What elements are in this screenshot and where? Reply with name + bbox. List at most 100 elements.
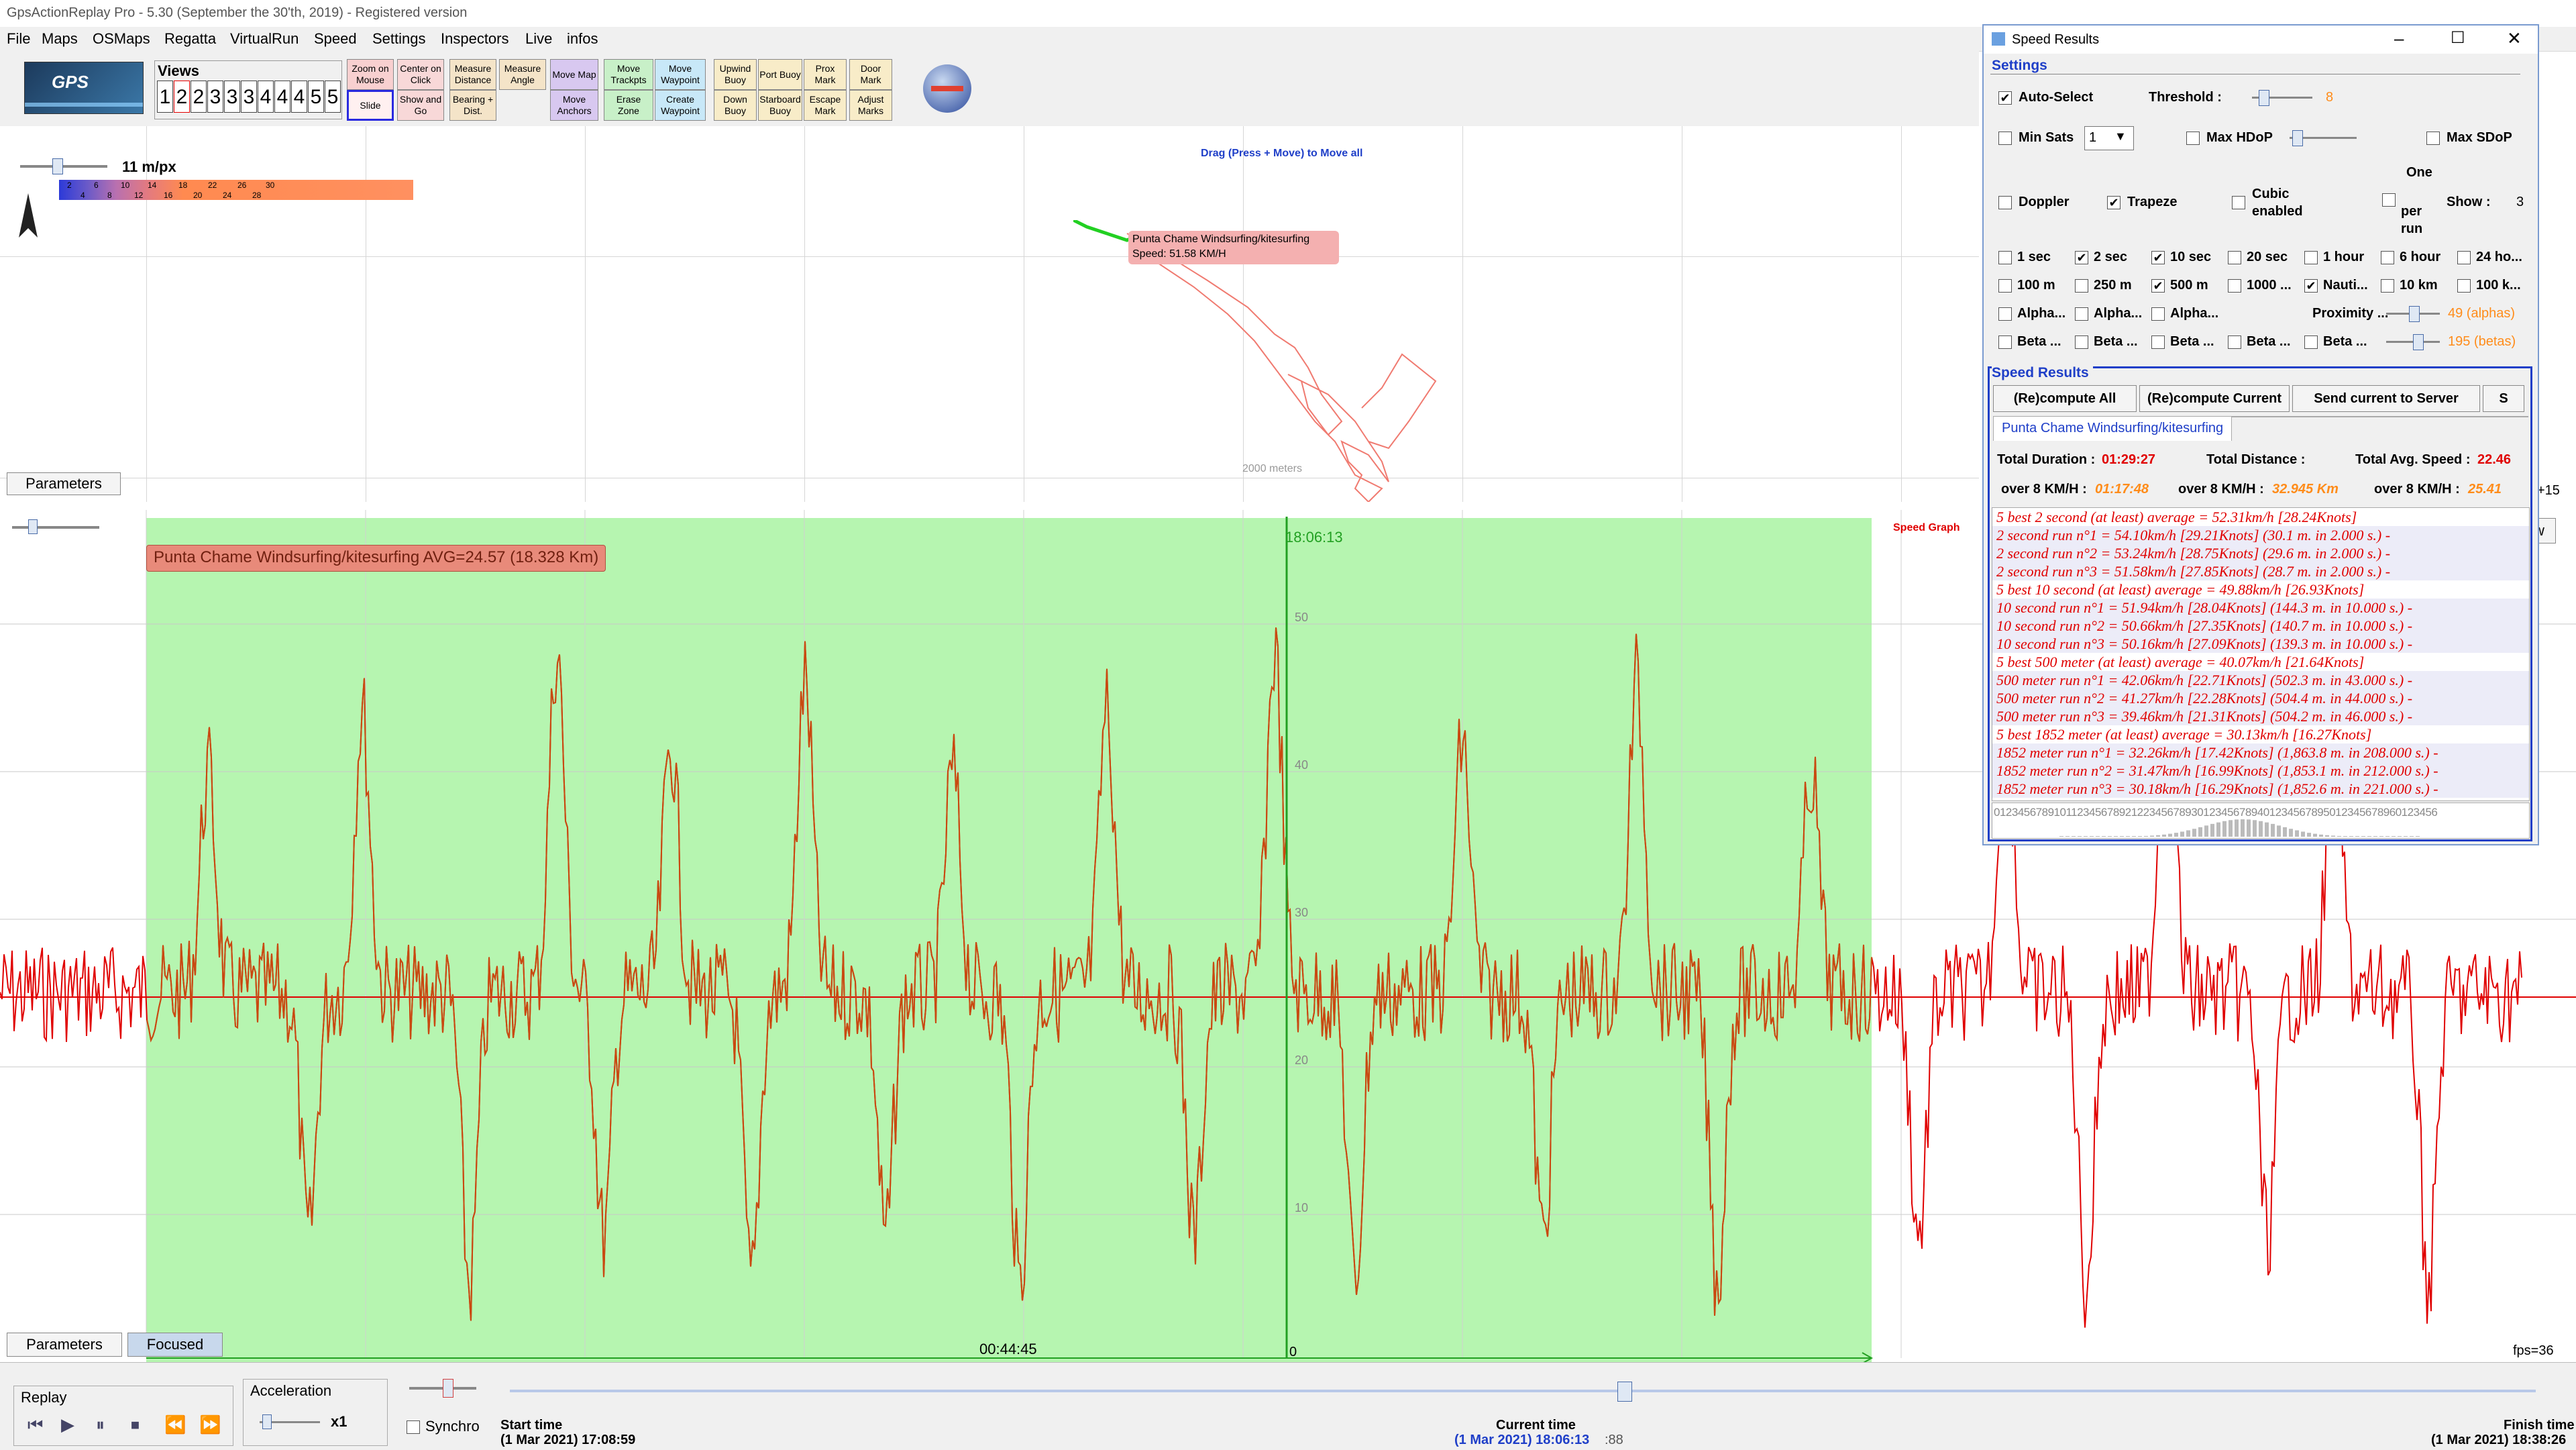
alpha-checkbox-2[interactable] [2075,307,2088,321]
move-map-button[interactable]: Move Map [550,59,598,90]
zoom-slider-thumb[interactable] [52,158,63,174]
volume-thumb[interactable] [443,1379,453,1398]
distance-checkbox-7[interactable] [2457,279,2471,293]
close-icon[interactable]: ✕ [2507,28,2522,49]
graph-zoom-thumb[interactable] [28,519,38,534]
one-per-run-checkbox[interactable] [2382,193,2396,207]
focused-button[interactable]: Focused [127,1333,223,1357]
port-buoy-button[interactable]: Port Buoy [758,59,802,90]
view-1[interactable]: 1 [157,81,173,113]
view-5a[interactable]: 5 [308,81,324,113]
slide-button[interactable]: Slide [347,90,394,121]
menu-file[interactable]: File [7,30,30,48]
bearing-dist-button[interactable]: Bearing + Dist. [449,90,496,121]
threshold-thumb[interactable] [2259,90,2269,106]
create-waypoint-button[interactable]: Create Waypoint [655,90,706,121]
menu-inspectors[interactable]: Inspectors [441,30,509,48]
prox-mark-button[interactable]: Prox Mark [804,59,847,90]
stop-icon[interactable]: ⏹ [131,1414,151,1435]
results-list[interactable]: 5 best 2 second (at least) average = 52.… [1992,507,2530,801]
duration-checkbox-4[interactable] [2228,251,2241,264]
result-line[interactable]: 500 meter run n°1 = 42.06km/h [22.71Knot… [1992,671,2529,689]
menu-settings[interactable]: Settings [372,30,426,48]
measure-distance-button[interactable]: Measure Distance [449,59,496,90]
center-on-click-button[interactable]: Center on Click [397,59,444,90]
replay-timeline[interactable] [510,1390,2536,1392]
beta-checkbox-5[interactable] [2304,335,2318,349]
move-trackpts-button[interactable]: Move Trackpts [604,59,653,90]
duration-checkbox-6[interactable] [2381,251,2394,264]
result-line[interactable]: 10 second run n°1 = 51.94km/h [28.04Knot… [1992,599,2529,617]
pause-icon[interactable]: ⏸ [96,1414,116,1435]
menu-regatta[interactable]: Regatta [164,30,216,48]
menu-virtualrun[interactable]: VirtualRun [230,30,299,48]
cubic-checkbox[interactable] [2232,196,2245,209]
view-3c[interactable]: 3 [241,81,257,113]
duration-checkbox-2[interactable]: ✔ [2075,251,2088,264]
duration-checkbox-7[interactable] [2457,251,2471,264]
minimize-icon[interactable]: – [2394,28,2404,49]
max-sdop-checkbox[interactable] [2426,132,2440,145]
result-line[interactable]: 5 best 10 second (at least) average = 49… [1992,580,2529,599]
trapeze-checkbox[interactable]: ✔ [2107,196,2121,209]
min-sats-select[interactable]: 1 ▼ [2084,126,2134,150]
view-3a[interactable]: 3 [207,81,223,113]
graph-parameters-button[interactable]: Parameters [7,1333,122,1357]
send-current-button[interactable]: Send current to Server [2292,385,2480,412]
menu-infos[interactable]: infos [567,30,598,48]
door-mark-button[interactable]: Door Mark [849,59,892,90]
starboard-buoy-button[interactable]: Starboard Buoy [758,90,802,121]
acceleration-thumb[interactable] [262,1414,272,1429]
result-line[interactable]: 2 second run n°1 = 54.10km/h [29.21Knots… [1992,526,2529,544]
result-line[interactable]: 2 second run n°3 = 51.58km/h [27.85Knots… [1992,562,2529,580]
globe-icon[interactable] [923,64,971,113]
beta-checkbox-4[interactable] [2228,335,2241,349]
result-line[interactable]: 500 meter run n°3 = 39.46km/h [21.31Knot… [1992,707,2529,725]
view-4a[interactable]: 4 [258,81,274,113]
upwind-buoy-button[interactable]: Upwind Buoy [714,59,757,90]
rewind-icon[interactable]: ⏮ [28,1414,48,1435]
move-waypoint-button[interactable]: Move Waypoint [655,59,706,90]
skip-forward-icon[interactable]: ⏩ [199,1414,226,1435]
alpha-checkbox-3[interactable] [2151,307,2165,321]
duration-checkbox-3[interactable]: ✔ [2151,251,2165,264]
beta-thumb[interactable] [2413,334,2424,350]
beta-checkbox-2[interactable] [2075,335,2088,349]
view-4b[interactable]: 4 [274,81,290,113]
distance-checkbox-2[interactable] [2075,279,2088,293]
chevron-down-icon[interactable]: ▼ [2114,130,2127,144]
min-sats-checkbox[interactable] [1998,132,2012,145]
auto-select-checkbox[interactable]: ✔ [1998,91,2012,105]
view-3b[interactable]: 3 [224,81,240,113]
send-more-button[interactable]: S [2483,385,2524,412]
maximize-icon[interactable]: ☐ [2451,28,2465,48]
beta-checkbox-3[interactable] [2151,335,2165,349]
duration-checkbox-5[interactable] [2304,251,2318,264]
result-line[interactable]: 5 best 2 second (at least) average = 52.… [1992,508,2529,526]
view-2b[interactable]: 2 [191,81,207,113]
escape-mark-button[interactable]: Escape Mark [804,90,847,121]
recompute-current-button[interactable]: (Re)compute Current [2139,385,2290,412]
distance-checkbox-5[interactable]: ✔ [2304,279,2318,293]
measure-angle-button[interactable]: Measure Angle [499,59,546,90]
result-line[interactable]: 1852 meter run n°3 = 30.18km/h [16.29Kno… [1992,780,2529,798]
view-2a[interactable]: 2 [174,81,190,113]
graph-zoom-slider[interactable] [12,526,99,529]
result-line[interactable]: 5 best 500 meter (at least) average = 40… [1992,653,2529,671]
adjust-marks-button[interactable]: Adjust Marks [849,90,892,121]
erase-zone-button[interactable]: Erase Zone [604,90,653,121]
alpha-thumb[interactable] [2409,306,2420,322]
view-5b[interactable]: 5 [325,81,341,113]
duration-checkbox-1[interactable] [1998,251,2012,264]
menu-live[interactable]: Live [525,30,552,48]
result-line[interactable]: 1852 meter run n°2 = 31.47km/h [16.99Kno… [1992,762,2529,780]
map-parameters-button[interactable]: Parameters [7,472,121,495]
result-line[interactable]: 500 meter run n°2 = 41.27km/h [22.28Knot… [1992,689,2529,707]
menu-speed[interactable]: Speed [314,30,357,48]
show-and-go-button[interactable]: Show and Go [397,90,444,121]
distance-checkbox-6[interactable] [2381,279,2394,293]
distance-checkbox-3[interactable]: ✔ [2151,279,2165,293]
play-icon[interactable]: ▶ [61,1414,81,1435]
alpha-checkbox-1[interactable] [1998,307,2012,321]
down-buoy-button[interactable]: Down Buoy [714,90,757,121]
